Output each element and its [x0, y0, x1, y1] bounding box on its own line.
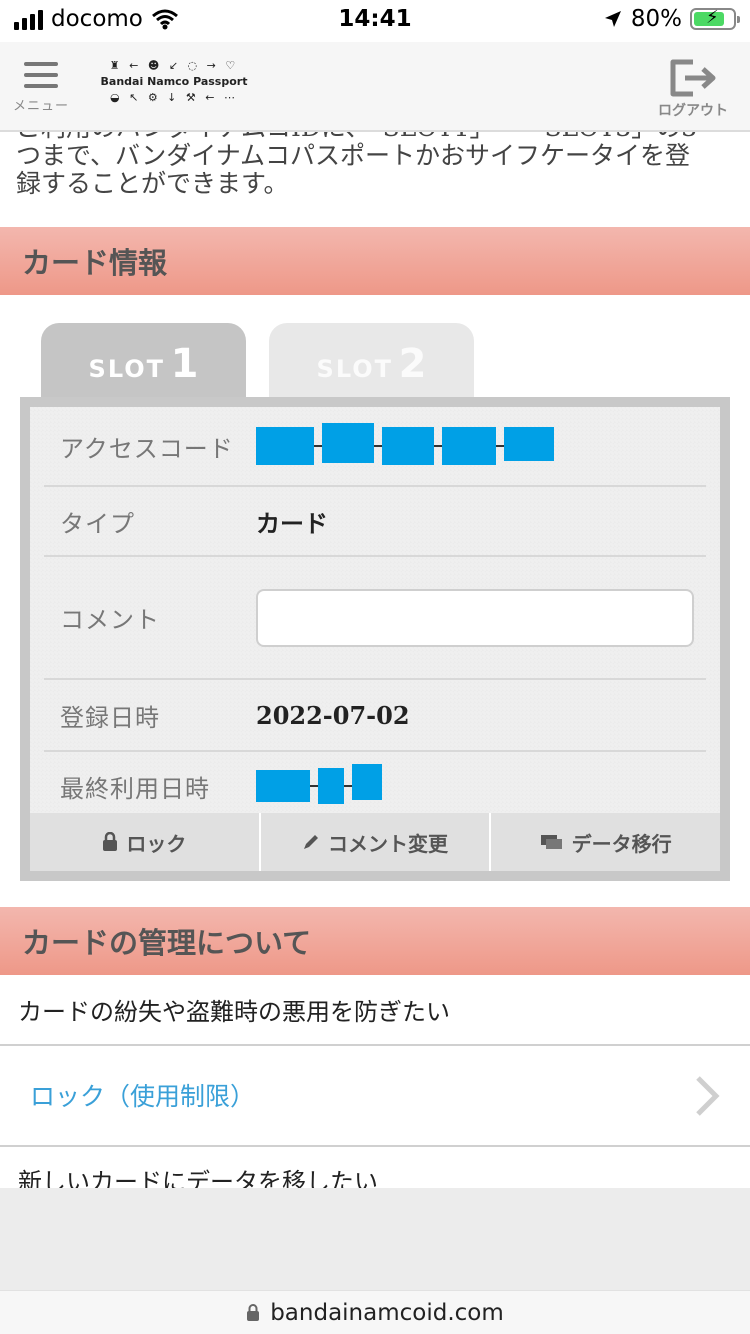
tab-slot-1-label: SLOT: [88, 355, 166, 383]
location-arrow-icon: [604, 11, 621, 27]
logout-button[interactable]: ログアウト: [654, 58, 732, 124]
lost-card-question: カードの紛失や盗難時の悪用を防ぎたい: [18, 998, 450, 1026]
bandai-namco-passport-logo[interactable]: ♜ ← ☻ ↙ ◌ → ♡ Bandai Namco Passport ◒ ↖ …: [96, 58, 252, 116]
logo-icons-top: ♜ ← ☻ ↙ ◌ → ♡: [109, 59, 239, 72]
comment-label: コメント: [60, 606, 160, 634]
comment-change-label: コメント変更: [328, 831, 448, 856]
comment-change-button[interactable]: コメント変更: [261, 813, 492, 871]
last-used-masked: [256, 764, 382, 804]
pencil-icon: [304, 835, 318, 849]
divider: [0, 1145, 750, 1147]
access-code-row: アクセスコード: [44, 407, 706, 487]
lock-label: ロック: [126, 831, 187, 856]
last-used-label: 最終利用日時: [60, 774, 210, 803]
last-used-row: 最終利用日時: [44, 752, 706, 820]
chevron-right-icon: [696, 1076, 720, 1116]
lock-restriction-link[interactable]: ロック（使用制限）: [0, 1046, 750, 1144]
logo-name: Bandai Namco Passport: [100, 75, 248, 88]
data-transfer-label: データ移行: [571, 831, 672, 856]
registered-row: 登録日時 2022-07-02: [44, 680, 706, 752]
lock-icon: [247, 1303, 260, 1321]
tab-slot-2-number: 2: [398, 341, 427, 387]
menu-label: メニュー: [12, 99, 69, 114]
card-management-heading: カードの管理について: [0, 907, 750, 975]
intro-text: ご利用のバンダイナムコIDに、「SLOT1」〜「SLOT3」の3 つまで、バンダ…: [16, 132, 736, 202]
tab-slot-1[interactable]: SLOT 1: [41, 323, 246, 401]
data-transfer-button[interactable]: データ移行: [491, 813, 720, 871]
status-bar: docomo 14:41 80% ⚡: [0, 0, 750, 42]
cards-icon: [540, 835, 562, 849]
battery-icon: ⚡: [690, 7, 740, 30]
status-right: 80% ⚡: [603, 6, 740, 32]
logo-icons-bottom: ◒ ↖ ⚙ ↓ ⚒ ← ⋯: [110, 91, 238, 104]
app-header: メニュー ♜ ← ☻ ↙ ◌ → ♡ Bandai Namco Passport…: [0, 42, 750, 132]
type-label: タイプ: [60, 509, 135, 538]
tab-slot-1-number: 1: [170, 341, 199, 387]
access-code-label: アクセスコード: [60, 434, 234, 463]
card-panel-inner: アクセスコード タイプ カード コメント 登録日時 2022-07-02 最終利…: [30, 407, 720, 871]
tab-slot-2-label: SLOT: [316, 355, 394, 383]
intro-line-2: つまで、バンダイナムコパスポートかおサイフケータイを登: [16, 141, 691, 170]
lock-button[interactable]: ロック: [30, 813, 261, 871]
registered-label: 登録日時: [60, 703, 160, 732]
comment-row: コメント: [44, 557, 706, 680]
bottom-area: [0, 1188, 750, 1290]
lock-icon: [103, 832, 118, 851]
logout-icon: [670, 59, 716, 97]
tab-slot-2[interactable]: SLOT 2: [269, 323, 474, 401]
type-value: カード: [256, 508, 328, 538]
card-actions: ロック コメント変更 データ移行: [30, 813, 720, 871]
type-row: タイプ カード: [44, 487, 706, 557]
lock-restriction-label: ロック（使用制限）: [30, 1082, 256, 1111]
comment-input[interactable]: [256, 588, 694, 647]
card-info-heading: カード情報: [0, 227, 750, 295]
menu-button[interactable]: メニュー: [10, 62, 72, 122]
intro-line-3: 録することができます。: [16, 169, 289, 198]
logout-label: ログアウト: [658, 103, 728, 119]
hamburger-icon: [10, 62, 72, 88]
access-code-masked: [256, 423, 554, 465]
card-panel: アクセスコード タイプ カード コメント 登録日時 2022-07-02 最終利…: [20, 397, 730, 881]
url-bar[interactable]: bandainamcoid.com: [0, 1290, 750, 1334]
battery-percent: 80%: [630, 6, 682, 32]
registered-value: 2022-07-02: [256, 700, 410, 730]
transfer-data-question: 新しいカードにデータを移したい: [18, 1168, 378, 1188]
url-text: bandainamcoid.com: [270, 1299, 504, 1326]
